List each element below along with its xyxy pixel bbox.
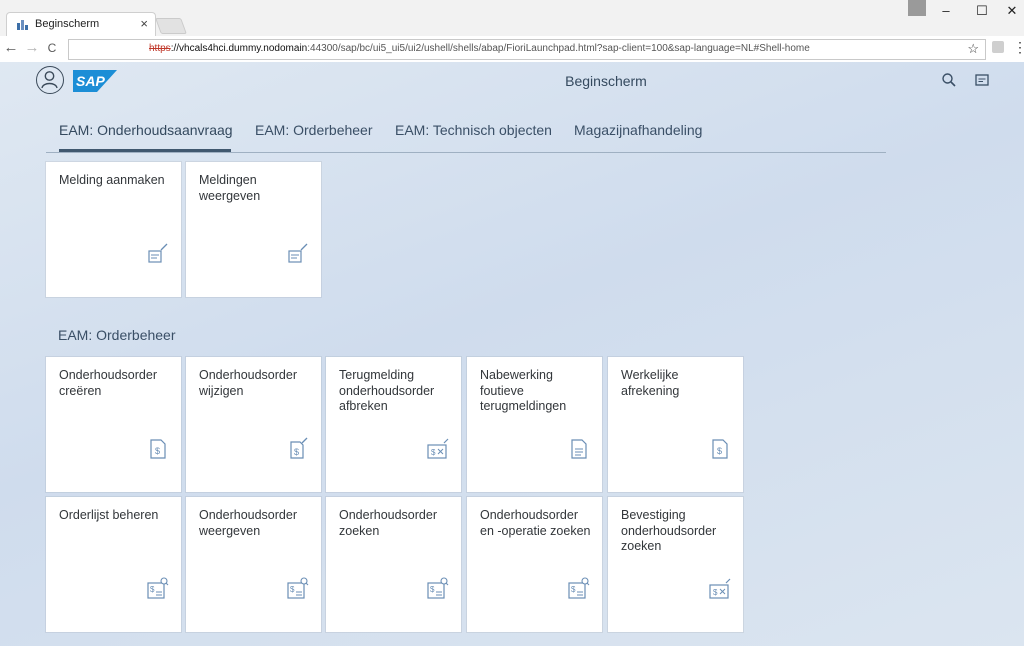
tile-label: Onderhoudsorder weergeven <box>199 508 297 538</box>
tab-close-icon[interactable]: × <box>140 16 148 31</box>
tile-meldingen-weergeven[interactable]: Meldingen weergeven <box>186 162 321 297</box>
tile-label: Meldingen weergeven <box>199 173 261 203</box>
tile-onderhoudsorder-wijzigen[interactable]: Onderhoudsorder wijzigen $ <box>186 357 321 492</box>
tile-label: Werkelijke afrekening <box>621 368 680 398</box>
order-search-icon: $ <box>287 577 309 599</box>
tile-label: Onderhoudsorder en -operatie zoeken <box>480 508 591 538</box>
group-tabbar: EAM: Onderhoudsaanvraag EAM: Orderbeheer… <box>46 120 886 153</box>
maximize-button[interactable]: ☐ <box>972 3 992 19</box>
notifications-icon[interactable] <box>974 72 990 88</box>
browser-menu-icon[interactable]: ⋮ <box>1013 39 1024 56</box>
group-title-orderbeheer: EAM: Orderbeheer <box>58 327 176 343</box>
confirmation-cancel-icon: $ <box>709 578 731 599</box>
svg-text:$: $ <box>294 447 299 457</box>
tile-label: Melding aanmaken <box>59 173 165 187</box>
address-bar[interactable]: https://vhcals4hci.dummy.nodomain:44300/… <box>68 39 986 60</box>
sap-favicon-icon <box>17 20 28 30</box>
profile-icon[interactable] <box>908 0 926 16</box>
reload-button[interactable]: C <box>44 40 60 56</box>
shell-header: SAP Beginscherm <box>0 62 1024 100</box>
tile-onderhoudsorder-creeren[interactable]: Onderhoudsorder creëren $ <box>46 357 181 492</box>
svg-text:$: $ <box>290 585 295 594</box>
order-search-icon: $ <box>427 577 449 599</box>
search-icon[interactable] <box>941 72 957 88</box>
notification-display-icon <box>288 243 308 263</box>
selected-tab-indicator <box>59 149 231 152</box>
minimize-button[interactable]: – <box>936 3 956 18</box>
svg-text:$: $ <box>155 446 160 456</box>
back-button[interactable]: ← <box>3 40 19 56</box>
extension-icon[interactable] <box>992 41 1004 53</box>
order-document-icon: $ <box>150 439 166 459</box>
tile-melding-aanmaken[interactable]: Melding aanmaken <box>46 162 181 297</box>
svg-text:$: $ <box>430 585 435 594</box>
tile-label: Nabewerking foutieve terugmeldingen <box>480 368 567 413</box>
tile-orderlijst-beheren[interactable]: Orderlijst beheren $ <box>46 497 181 632</box>
tile-terugmelding-afbreken[interactable]: Terugmelding onderhoudsorder afbreken $ <box>326 357 461 492</box>
browser-toolbar: ← → C https://vhcals4hci.dummy.nodomain:… <box>0 36 1024 63</box>
tile-onderhoudsorder-operatie-zoeken[interactable]: Onderhoudsorder en -operatie zoeken $ <box>467 497 602 632</box>
order-edit-icon: $ <box>290 437 308 459</box>
order-search-icon: $ <box>147 577 169 599</box>
tile-label: Orderlijst beheren <box>59 508 159 522</box>
tab-eam-orderbeheer[interactable]: EAM: Orderbeheer <box>255 122 373 138</box>
svg-text:$: $ <box>717 446 722 456</box>
browser-tab[interactable]: Beginscherm × <box>6 12 156 37</box>
forward-button[interactable]: → <box>24 40 40 56</box>
tab-magazijnafhandeling[interactable]: Magazijnafhandeling <box>574 122 702 138</box>
svg-text:$: $ <box>431 448 436 457</box>
confirmation-cancel-icon: $ <box>427 438 449 459</box>
tab-eam-onderhoudsaanvraag[interactable]: EAM: Onderhoudsaanvraag <box>59 122 233 138</box>
bookmark-star-icon[interactable]: ☆ <box>967 41 979 57</box>
tile-werkelijke-afrekening[interactable]: Werkelijke afrekening $ <box>608 357 743 492</box>
settlement-document-icon: $ <box>712 439 728 459</box>
tab-eam-technisch-objecten[interactable]: EAM: Technisch objecten <box>395 122 552 138</box>
url-scheme: https <box>149 43 171 54</box>
tile-label: Onderhoudsorder creëren <box>59 368 157 398</box>
address-url: https://vhcals4hci.dummy.nodomain:44300/… <box>149 43 810 54</box>
svg-text:$: $ <box>571 585 576 594</box>
page-title: Beginscherm <box>565 73 647 89</box>
browser-titlebar: Beginscherm × – ☐ ✕ <box>0 0 1024 37</box>
url-host: ://vhcals4hci.dummy.nodomain <box>170 43 308 54</box>
close-window-button[interactable]: ✕ <box>1002 3 1022 19</box>
svg-text:$: $ <box>150 585 155 594</box>
new-tab-button[interactable] <box>155 18 187 34</box>
tile-label: Onderhoudsorder zoeken <box>339 508 437 538</box>
browser-tab-title: Beginscherm <box>35 18 100 30</box>
tile-onderhoudsorder-zoeken[interactable]: Onderhoudsorder zoeken $ <box>326 497 461 632</box>
tile-label: Terugmelding onderhoudsorder afbreken <box>339 368 435 413</box>
tile-nabewerking-foutieve-terugmeldingen[interactable]: Nabewerking foutieve terugmeldingen <box>467 357 602 492</box>
tile-bevestiging-onderhoudsorder-zoeken[interactable]: Bevestiging onderhoudsorder zoeken $ <box>608 497 743 632</box>
svg-text:$: $ <box>713 588 718 597</box>
tile-onderhoudsorder-weergeven[interactable]: Onderhoudsorder weergeven $ <box>186 497 321 632</box>
tile-label: Bevestiging onderhoudsorder zoeken <box>621 508 717 553</box>
order-search-icon: $ <box>568 577 590 599</box>
fiori-launchpad: SAP Beginscherm EAM: Onderhoudsaanvraag … <box>0 62 1024 646</box>
tile-label: Onderhoudsorder wijzigen <box>199 368 297 398</box>
notification-create-icon <box>148 243 168 263</box>
error-document-icon <box>571 439 587 459</box>
url-path: :44300/sap/bc/ui5_ui5/ui2/ushell/shells/… <box>307 43 810 54</box>
